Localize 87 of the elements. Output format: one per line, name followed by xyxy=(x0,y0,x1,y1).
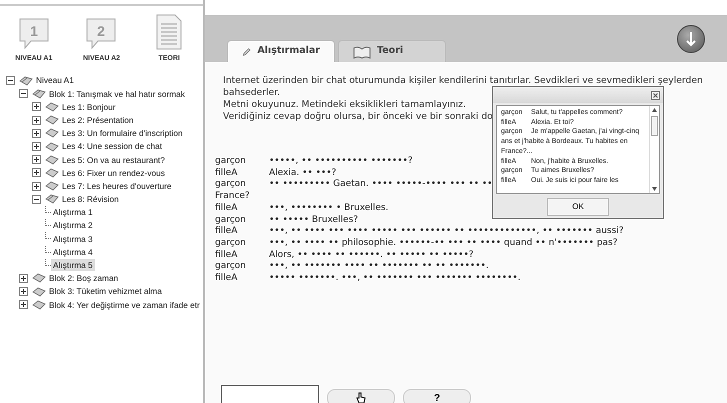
open-book-icon xyxy=(19,76,33,86)
expand-icon[interactable] xyxy=(32,155,41,164)
collapse-icon[interactable] xyxy=(6,76,15,86)
expand-icon[interactable] xyxy=(32,182,41,191)
expand-icon[interactable] xyxy=(32,128,41,138)
scrollbar[interactable] xyxy=(649,106,659,193)
scroll-thumb[interactable] xyxy=(651,116,658,136)
book-icon xyxy=(45,128,59,138)
document-icon xyxy=(155,14,184,50)
book-icon xyxy=(45,142,59,152)
book-icon xyxy=(353,44,371,58)
tree-item[interactable]: Niveau A1 xyxy=(36,74,74,87)
instruction-text: bahsederler. xyxy=(223,87,280,99)
dialogue-text: France? xyxy=(215,191,250,203)
speaker-label: filleA xyxy=(215,202,238,215)
book-icon xyxy=(45,168,59,178)
dialogue-text: •••, •• •••• •• philosophie. ••••••-•• ••• •• •••• quand •• n'••••••• pas? xyxy=(269,238,618,248)
expand-icon[interactable] xyxy=(19,274,28,283)
speaker-label: garçon xyxy=(215,261,247,273)
dialogue-text: •••••, •• •••••••••• •••••••? xyxy=(269,156,413,166)
tree-item[interactable]: Alıştırma 1 xyxy=(51,206,95,219)
scroll-up-icon[interactable] xyxy=(652,108,657,112)
dialogue-text: •• ••••••••• Gaetan. •••• •••••-•••• ••• •• •• xyxy=(269,179,492,190)
speaker-label: garçon xyxy=(215,214,247,226)
speaker-label: filleA xyxy=(215,273,238,285)
collapse-icon[interactable] xyxy=(19,89,28,98)
answer-field[interactable] xyxy=(221,385,319,403)
dialogue-text: •••, •• •••• ••• •••• ••••• ••• •••••• •• •••••••••••••, •• ••••••• aussi? xyxy=(269,226,624,236)
dialogue-text: ••••• •••••••. •••, •• ••••••• ••• ••••••• ••••••••. xyxy=(269,273,521,284)
speaker-label: garçon xyxy=(215,156,247,168)
open-book-icon xyxy=(32,88,46,99)
tree-item[interactable]: Les 4: Une session de chat xyxy=(62,140,162,153)
speech-bubble-icon: 1 xyxy=(16,16,51,50)
dialogue-text: •• ••••• Bruxelles? xyxy=(269,214,358,225)
open-book-icon xyxy=(45,194,59,204)
hand-cursor-icon xyxy=(356,392,366,403)
book-icon xyxy=(45,102,59,112)
pointer-button[interactable] xyxy=(327,389,395,403)
expand-icon[interactable] xyxy=(32,142,41,152)
tab[interactable]: Alıştırmalar xyxy=(227,40,335,62)
tree-item[interactable]: Les 7: Les heures d'ouverture xyxy=(62,180,172,192)
dialogue-text: •••, •• ••••••• •••• •• ••••••• •• •• •••••••. xyxy=(269,261,489,272)
expand-icon[interactable] xyxy=(19,287,28,296)
expand-icon[interactable] xyxy=(32,168,41,178)
book-icon xyxy=(32,300,46,310)
book-icon xyxy=(45,181,59,192)
tree-item[interactable]: Les 1: Bonjour xyxy=(62,100,116,114)
ok-button[interactable]: OK xyxy=(547,198,609,216)
instruction-text: Metni okuyunuz. Metindeki eksiklikleri tamamlayınız. xyxy=(223,99,466,111)
tree-item[interactable]: Les 3: Un formulaire d'inscription xyxy=(62,127,183,140)
speaker-label: filleA xyxy=(215,168,238,180)
book-icon xyxy=(45,154,59,165)
speaker-label: garçon xyxy=(215,238,247,250)
close-icon[interactable] xyxy=(651,90,660,100)
dialogue-text: •••, •••••••• • Bruxelles. xyxy=(269,202,388,213)
tab[interactable]: Teori xyxy=(338,40,446,62)
book-icon xyxy=(32,273,46,284)
tree-item[interactable]: Les 5: On va au restaurant? xyxy=(62,154,165,166)
speech-bubble-icon: 2 xyxy=(84,16,118,50)
tree-item[interactable]: Les 2: Présentation xyxy=(62,114,134,126)
dialogue-text: Alors, •• •••• •• ••••••. •• ••••• •• •••••? xyxy=(269,250,474,260)
round-button[interactable] xyxy=(677,25,705,53)
speaker-label: filleA xyxy=(215,226,238,238)
book-icon xyxy=(45,115,59,126)
tree-item[interactable]: Alıştırma 2 xyxy=(51,219,95,232)
tree-item[interactable]: Les 6: Fixer un rendez-vous xyxy=(62,166,165,180)
instruction-text: Internet üzerinden bir chat oturumunda kişiler kendilerini tanıtırlar. Sevdikleri ve sevmedikleri şeylerden xyxy=(223,75,703,87)
tree-item[interactable]: Alıştırma 4 xyxy=(51,246,95,258)
arrow-icon xyxy=(685,30,697,47)
collapse-icon[interactable] xyxy=(32,194,41,204)
tree-item[interactable]: Alıştırma 5 xyxy=(51,259,95,272)
tree-item[interactable]: Blok 3: Tüketim vehizmet alma xyxy=(49,285,162,298)
tree-item[interactable]: Blok 4: Yer değiştirme ve zaman ifade etr xyxy=(49,298,200,311)
instruction-text: Veridiğiniz cevap doğru olursa, bir önceki ve bir sonraki do xyxy=(223,111,493,123)
dialogue-text: Alexia. •• •••? xyxy=(269,168,336,178)
expand-icon[interactable] xyxy=(19,300,28,310)
speaker-label: garçon xyxy=(215,179,247,191)
tree-item[interactable]: Alıştırma 3 xyxy=(51,232,95,246)
help-button[interactable]: ? xyxy=(403,389,471,403)
book-icon xyxy=(32,286,46,297)
expand-icon[interactable] xyxy=(32,116,41,125)
speaker-label: filleA xyxy=(215,250,238,262)
scroll-down-icon[interactable] xyxy=(652,187,657,191)
tree-item[interactable]: Les 8: Révision xyxy=(62,193,119,206)
tree-item[interactable]: Blok 2: Boş zaman xyxy=(49,272,118,285)
tree-item[interactable]: Blok 1: Tanışmak ve hal hatır sormak xyxy=(49,88,185,100)
expand-icon[interactable] xyxy=(32,102,41,112)
